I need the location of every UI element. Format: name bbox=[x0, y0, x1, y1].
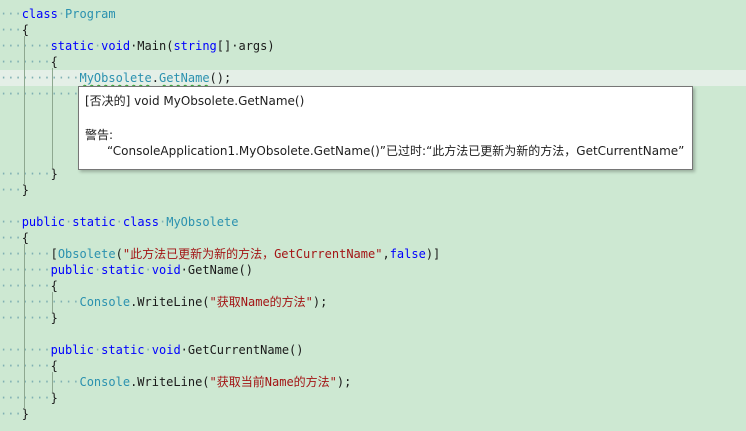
code-token: } bbox=[50, 167, 58, 181]
code-token: { bbox=[50, 359, 58, 373]
code-token: Console bbox=[79, 295, 131, 309]
indent-dots: ··· bbox=[0, 183, 22, 197]
code-token: · bbox=[115, 215, 123, 229]
indent-dots: ······· bbox=[0, 55, 51, 69]
code-line[interactable]: ···public·static·class·MyObsolete bbox=[0, 214, 238, 230]
indent-guide bbox=[24, 244, 25, 408]
indent-dots: ······· bbox=[0, 359, 51, 373]
code-line[interactable]: ·······public·static·void·GetCurrentName… bbox=[0, 342, 304, 358]
code-line[interactable]: ···} bbox=[0, 182, 29, 198]
code-token: · bbox=[57, 7, 66, 21]
code-token: static bbox=[72, 215, 116, 229]
code-token: string bbox=[173, 39, 217, 53]
code-token: .WriteLine( bbox=[130, 375, 210, 389]
code-token: class bbox=[21, 7, 58, 21]
code-token: static bbox=[101, 263, 145, 277]
code-token: static bbox=[101, 343, 145, 357]
indent-dots: ··········· bbox=[0, 87, 80, 101]
code-line[interactable]: ·······{ bbox=[0, 278, 58, 294]
code-token: [ bbox=[50, 247, 58, 261]
code-token: Obsolete bbox=[57, 247, 116, 261]
indent-dots: ··· bbox=[0, 23, 22, 37]
indent-dots: ··· bbox=[0, 407, 22, 421]
indent-dots: ··········· bbox=[0, 295, 80, 309]
indent-dots: ······· bbox=[0, 167, 51, 181]
code-line[interactable]: ·······public·static·void·GetName() bbox=[0, 262, 253, 278]
indent-dots: ······· bbox=[0, 343, 51, 357]
indent-guide bbox=[24, 36, 25, 184]
code-token: []·args) bbox=[216, 39, 275, 53]
code-line[interactable]: ·······{ bbox=[0, 54, 58, 70]
code-editor[interactable]: ···class·Program ···{·······static·void·M… bbox=[0, 0, 746, 431]
indent-guide bbox=[52, 372, 53, 392]
indent-dots: ······· bbox=[0, 263, 51, 277]
code-token: } bbox=[21, 183, 29, 197]
indent-guide bbox=[52, 68, 53, 168]
code-line[interactable]: ···class·Program bbox=[0, 6, 116, 22]
indent-dots: ······· bbox=[0, 247, 51, 261]
code-token: { bbox=[50, 55, 58, 69]
code-token: void bbox=[101, 39, 131, 53]
tooltip-signature: [否决的] void MyObsolete.GetName() bbox=[85, 94, 305, 108]
code-token: Console bbox=[79, 375, 131, 389]
code-token: "获取Name的方法" bbox=[209, 295, 313, 309]
indent-dots: ··········· bbox=[0, 375, 80, 389]
code-token: public bbox=[21, 215, 66, 229]
code-token: { bbox=[50, 279, 58, 293]
code-token: } bbox=[21, 407, 29, 421]
tooltip-warning-label: 警告: bbox=[85, 128, 114, 142]
code-token: ); bbox=[312, 295, 328, 309]
code-line[interactable]: ··········· bbox=[0, 86, 79, 102]
code-token: class bbox=[122, 215, 159, 229]
code-token: public bbox=[50, 263, 94, 277]
code-token: Program bbox=[65, 7, 116, 21]
code-token: } bbox=[50, 311, 58, 325]
code-token: void bbox=[151, 343, 181, 357]
code-line[interactable]: ·······[Obsolete("此方法已更新为新的方法，GetCurrent… bbox=[0, 246, 440, 262]
code-token: GetName bbox=[158, 71, 210, 85]
quick-info-tooltip: [否决的] void MyObsolete.GetName() 警告: “Con… bbox=[78, 86, 693, 170]
code-token: MyObsolete bbox=[79, 71, 152, 85]
code-token: · bbox=[144, 263, 152, 277]
indent-guide bbox=[52, 292, 53, 312]
code-token: ·GetCurrentName() bbox=[180, 343, 304, 357]
code-token: void bbox=[151, 263, 181, 277]
code-token: · bbox=[144, 343, 152, 357]
indent-dots: ··· bbox=[0, 215, 22, 229]
indent-dots: ··· bbox=[0, 231, 22, 245]
code-token: { bbox=[21, 231, 29, 245]
indent-dots: ······· bbox=[0, 311, 51, 325]
indent-dots: ··· bbox=[0, 7, 22, 21]
code-line[interactable]: ·······static·void·Main(string[]·args) bbox=[0, 38, 275, 54]
code-token: MyObsolete bbox=[166, 215, 239, 229]
indent-dots: ······· bbox=[0, 39, 51, 53]
code-token: { bbox=[21, 23, 29, 37]
code-token: "获取当前Name的方法" bbox=[209, 375, 337, 389]
code-token: false bbox=[389, 247, 426, 261]
code-line[interactable]: ·······{ bbox=[0, 358, 58, 374]
indent-dots: ··········· bbox=[0, 71, 80, 85]
code-line[interactable]: ···········MyObsolete.GetName(); bbox=[0, 70, 746, 86]
code-token: ·Main( bbox=[130, 39, 174, 53]
code-token: ); bbox=[336, 375, 352, 389]
code-token: ·GetName() bbox=[180, 263, 253, 277]
code-token: (); bbox=[209, 71, 232, 85]
code-token: )] bbox=[425, 247, 441, 261]
code-token: , bbox=[382, 247, 390, 261]
indent-dots: ······· bbox=[0, 391, 51, 405]
code-token: . bbox=[151, 71, 159, 85]
indent-dots: ······· bbox=[0, 279, 51, 293]
code-token: "此方法已更新为新的方法，GetCurrentName" bbox=[122, 247, 383, 261]
tooltip-warning-text: “ConsoleApplication1.MyObsolete.GetName(… bbox=[107, 144, 685, 158]
code-token: public bbox=[50, 343, 94, 357]
code-token: .WriteLine( bbox=[130, 295, 210, 309]
code-token: ( bbox=[115, 247, 123, 261]
code-line[interactable]: ·······} bbox=[0, 166, 58, 182]
code-line[interactable]: ·······} bbox=[0, 310, 58, 326]
code-line[interactable]: ···} bbox=[0, 406, 29, 422]
code-line[interactable]: ·······} bbox=[0, 390, 58, 406]
code-line[interactable]: ···········Console.WriteLine("获取Name的方法"… bbox=[0, 294, 327, 310]
code-token: } bbox=[50, 391, 58, 405]
code-token: static bbox=[50, 39, 94, 53]
